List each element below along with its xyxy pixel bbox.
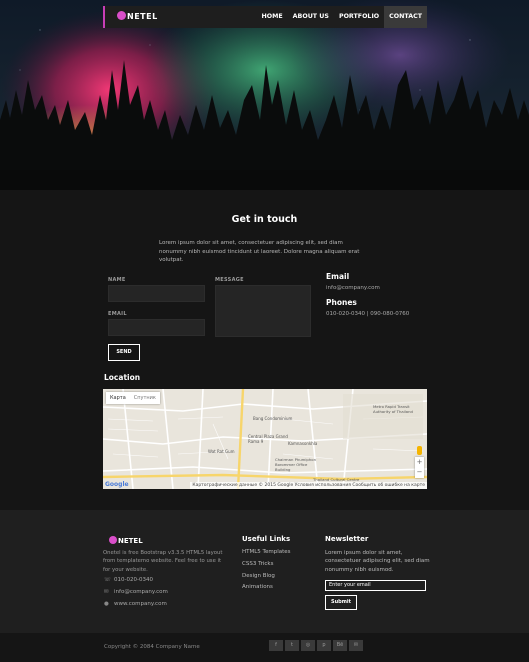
nav-item-contact[interactable]: CONTACT [384,6,427,28]
globe-icon: ● [104,601,109,607]
submit-button[interactable]: Submit [325,595,357,610]
place-label: Central Plaza Grand Rama 9 [248,434,288,444]
email-value: info@company.com [326,285,380,291]
footer [0,510,529,633]
nav-menu: HOME ABOUT US PORTFOLIO CONTACT [256,6,427,28]
footer-logo[interactable]: NETEL [109,536,143,545]
top-navbar: NETEL HOME ABOUT US PORTFOLIO CONTACT [103,6,427,28]
google-map[interactable]: Bang Condominium Central Plaza Grand Ram… [103,389,427,489]
place-label: Wat Rat Gum [208,449,235,454]
dribbble-icon[interactable]: ◎ [301,640,315,651]
facebook-icon[interactable]: f [269,640,283,651]
newsletter-email-input[interactable]: Enter your email [325,580,426,591]
footer-email: ✉ info@company.com [104,589,168,595]
social-links: f t ◎ p Bē ✉ [269,640,363,651]
twitter-icon[interactable]: t [285,640,299,651]
behance-icon[interactable]: Bē [333,640,347,651]
map-tab-satellite[interactable]: Спутник [130,392,160,404]
google-logo: Google [105,481,129,488]
location-heading: Location [104,373,141,382]
phone-icon: ☏ [104,577,111,583]
map-attribution[interactable]: Картографические данные © 2015 Google Ус… [190,482,427,489]
envelope-icon: ✉ [104,589,109,595]
place-label: Kamnasonkhla [288,441,318,446]
zoom-out-icon[interactable]: − [415,467,424,477]
zoom-control: + − [415,457,424,478]
phones-value: 010-020-0340 | 090-080-0760 [326,311,410,317]
place-label: Chairman Phumiphon Borommer Office Build… [275,457,316,472]
logo-dot-icon [109,536,117,544]
place-label: Metro Rapid Transit Authority of Thailan… [373,404,413,414]
newsletter-heading: Newsletter [325,535,369,543]
email-field[interactable] [108,319,205,336]
email-label: EMAIL [108,311,127,317]
useful-links-heading: Useful Links [242,535,291,543]
send-button[interactable]: SEND [108,344,140,361]
place-label: Bang Condominium [253,416,293,421]
brand-logo[interactable]: NETEL [117,11,158,21]
message-textarea[interactable] [215,285,311,337]
map-type-tabs: Карта Спутник [106,392,160,404]
zoom-in-icon[interactable]: + [415,457,424,467]
footer-description: Onetel is free Bootstrap v3.3.5 HTML5 la… [103,550,223,573]
phones-heading: Phones [326,298,357,307]
email-heading: Email [326,272,350,281]
map-tab-map[interactable]: Карта [106,392,130,404]
envelope-icon[interactable]: ✉ [349,640,363,651]
footer-link[interactable]: Animations [242,584,273,590]
logo-dot-icon [117,11,126,20]
hero-banner [0,0,529,190]
footer-link[interactable]: HTML5 Templates [242,549,291,555]
section-lead: Lorem ipsum dolor sit amet, consectetuer… [159,240,360,263]
nav-item-about-us[interactable]: ABOUT US [288,6,334,28]
footer-website: ● www.company.com [104,601,167,607]
footer-link[interactable]: CSS3 Tricks [242,561,274,567]
nav-item-home[interactable]: HOME [256,6,287,28]
pegman-icon[interactable] [417,446,422,455]
pinterest-icon[interactable]: p [317,640,331,651]
footer-link[interactable]: Design Blog [242,573,275,579]
nav-item-portfolio[interactable]: PORTFOLIO [334,6,384,28]
aurora-forest-image [0,0,529,190]
section-title: Get in touch [231,214,298,225]
message-label: MESSAGE [215,277,244,283]
newsletter-text: Lorem ipsum dolor sit amet, consectetuer… [325,550,430,573]
copyright: Copyright © 2084 Company Name [104,644,200,650]
footer-phone: ☏ 010-020-0340 [104,577,153,583]
bottom-bar [0,633,529,662]
name-label: NAME [108,277,126,283]
name-field[interactable] [108,285,205,302]
